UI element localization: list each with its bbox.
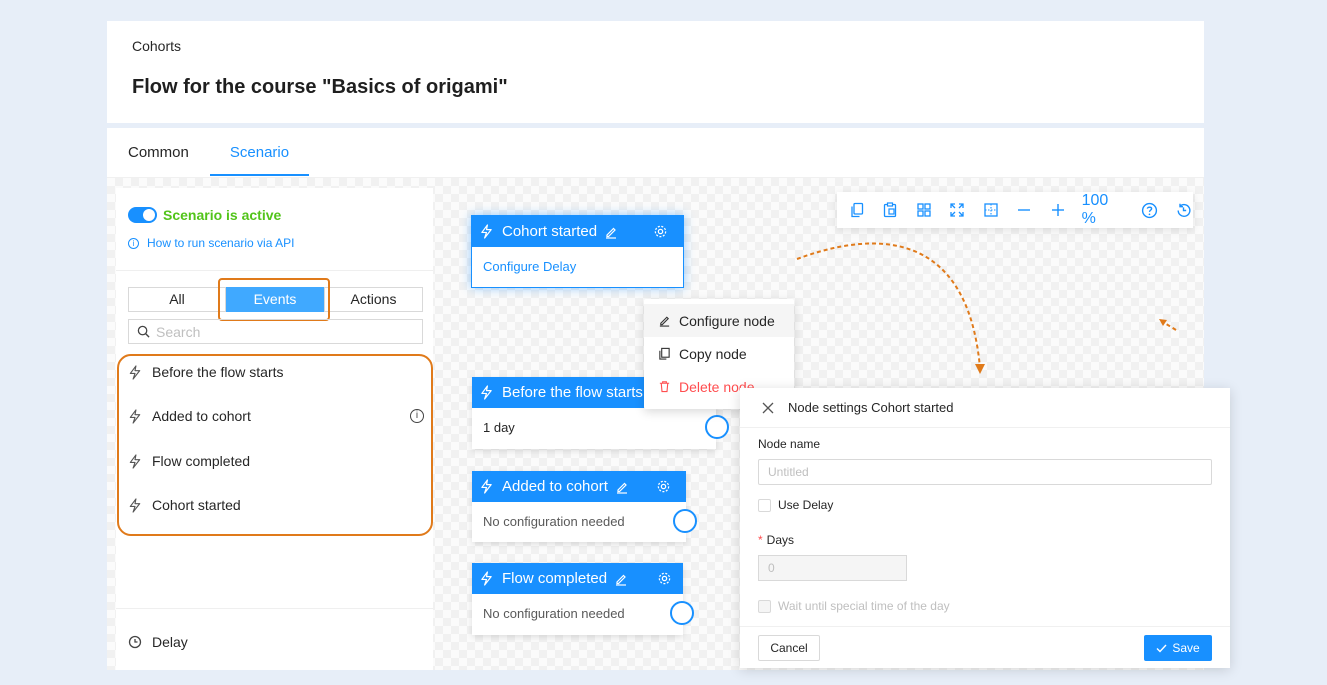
days-input: 0	[758, 555, 907, 581]
wait-time-checkbox	[758, 599, 771, 613]
use-delay-checkbox-row[interactable]: Use Delay	[758, 498, 833, 512]
page-title: Flow for the course "Basics of origami"	[132, 76, 508, 98]
required-mark: *	[758, 533, 763, 547]
close-icon[interactable]	[762, 402, 774, 414]
save-button-label: Save	[1172, 641, 1200, 655]
days-label-row: * Days	[758, 533, 794, 547]
tab-scenario[interactable]: Scenario	[210, 128, 309, 176]
check-icon	[1156, 644, 1167, 653]
dialog-footer: Cancel Save	[740, 626, 1230, 668]
dialog-title: Node settings Cohort started	[788, 400, 954, 415]
tab-bar: Common Scenario	[107, 128, 1204, 178]
days-label: Days	[766, 533, 795, 547]
dialog-header: Node settings Cohort started	[740, 388, 1230, 428]
tab-common[interactable]: Common	[128, 128, 189, 176]
page-header: Cohorts Flow for the course "Basics of o…	[107, 21, 1204, 123]
save-button[interactable]: Save	[1144, 635, 1212, 661]
node-settings-dialog: Node settings Cohort started Node name U…	[740, 388, 1230, 668]
use-delay-checkbox[interactable]	[758, 498, 771, 512]
node-name-input[interactable]: Untitled	[758, 459, 1212, 485]
breadcrumb[interactable]: Cohorts	[132, 38, 181, 54]
use-delay-label: Use Delay	[778, 498, 834, 512]
cancel-button[interactable]: Cancel	[758, 635, 820, 661]
wait-time-label: Wait until special time of the day	[778, 599, 950, 613]
node-name-label: Node name	[758, 437, 821, 451]
wait-time-checkbox-row: Wait until special time of the day	[758, 599, 950, 613]
